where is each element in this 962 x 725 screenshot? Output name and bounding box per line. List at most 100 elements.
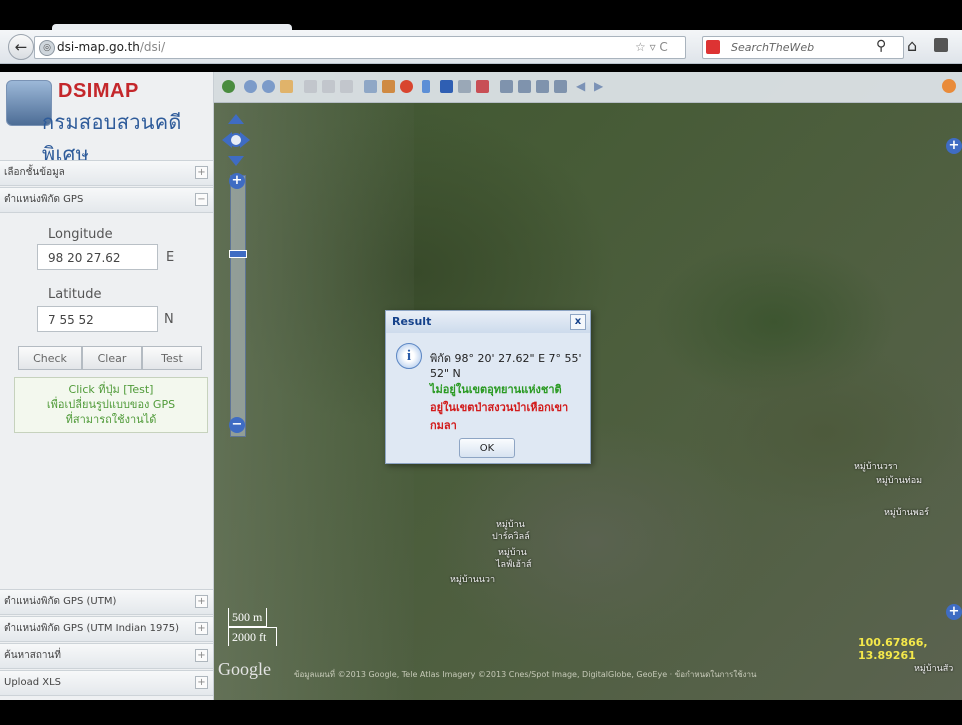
- info-line: เพื่อเปลี่ยนรูปแบบของ GPS: [46, 398, 176, 411]
- url-text: dsi-map.go.th/dsi/: [57, 37, 165, 58]
- home-icon[interactable]: ⌂: [907, 36, 917, 55]
- globe-icon: ◎: [39, 40, 55, 56]
- cursor-coordinates: 100.67866, 13.89261: [858, 636, 928, 662]
- draw-icon[interactable]: [304, 80, 317, 93]
- scale-feet: 2000 ft: [228, 627, 277, 646]
- expand-panel-icon[interactable]: +: [946, 604, 962, 620]
- info-icon[interactable]: [440, 80, 453, 93]
- logo-title: DSIMAP: [58, 80, 139, 102]
- url-host: dsi-map.go.th: [57, 40, 140, 54]
- pan-control[interactable]: [220, 112, 252, 168]
- url-path: /dsi/: [139, 40, 166, 54]
- scale-meters: 500 m: [228, 608, 267, 627]
- clear-button[interactable]: Clear: [82, 346, 142, 370]
- dialog-forest-reserve-status: อยู่ในเขตป่าสงวนป่าเหือกเขากมลา: [430, 401, 569, 432]
- menu-icon[interactable]: [934, 38, 948, 52]
- map-place-label: หมู่บ้านวรา: [854, 462, 898, 472]
- grid-icon[interactable]: [536, 80, 549, 93]
- layer-icon[interactable]: [458, 80, 471, 93]
- dialog-title-bar[interactable]: Result x: [386, 311, 590, 333]
- panel-label: ค้นหาสถานที่: [4, 650, 61, 661]
- expand-overview-icon[interactable]: +: [946, 138, 962, 154]
- zoom-slider-handle[interactable]: [229, 250, 247, 258]
- panel-select-layers[interactable]: เลือกชั้นข้อมูล +: [0, 160, 213, 186]
- longitude-unit: E: [166, 250, 175, 265]
- latitude-unit: N: [164, 312, 174, 327]
- clear-icon[interactable]: [400, 80, 413, 93]
- map-place-label: ไลฟ์เฮ้าส์: [496, 560, 532, 570]
- panel-label: ตำแหน่งพิกัด GPS: [4, 194, 84, 205]
- check-button[interactable]: Check: [18, 346, 82, 370]
- search-engine-icon[interactable]: [706, 40, 720, 54]
- map-place-label: หมู่บ้าน: [496, 520, 525, 530]
- panel-label: เลือกชั้นข้อมูล: [4, 167, 65, 178]
- google-logo: Google: [218, 659, 271, 679]
- test-button[interactable]: Test: [142, 346, 202, 370]
- expand-icon[interactable]: +: [195, 622, 208, 635]
- map-place-label: หมู่บ้าน: [498, 548, 527, 558]
- list-icon[interactable]: [500, 80, 513, 93]
- search-icon[interactable]: ⚲: [876, 38, 886, 54]
- zoom-extent-icon[interactable]: [222, 80, 235, 93]
- map-place-label: หมู่บ้านนวา: [450, 575, 496, 585]
- url-bookmark-reload-controls[interactable]: ☆ ▿ C: [635, 37, 668, 58]
- map-copyright: ข้อมูลแผนที่ ©2013 Google, Tele Atlas Im…: [294, 670, 757, 679]
- settings-icon[interactable]: [942, 79, 956, 93]
- back-button[interactable]: ←: [8, 34, 34, 60]
- panel-label: ตำแหน่งพิกัด GPS (UTM): [4, 596, 117, 607]
- dialog-coordinates: พิกัด 98° 20' 27.62" E 7° 55' 52" N: [430, 352, 582, 380]
- print-icon[interactable]: [382, 80, 395, 93]
- pan-arrows-icon[interactable]: [220, 112, 252, 168]
- info-line: ที่สามารถใช้งานได้: [65, 413, 157, 426]
- zoom-in-icon[interactable]: [244, 80, 257, 93]
- longitude-label: Longitude: [48, 227, 113, 242]
- latitude-input[interactable]: 7 55 52: [37, 306, 158, 332]
- gps-info-box: Click ที่ปุ่ม [Test] เพื่อเปลี่ยนรูปแบบข…: [14, 377, 208, 433]
- expand-icon[interactable]: +: [195, 166, 208, 179]
- marker-icon[interactable]: [422, 80, 430, 93]
- dialog-national-park-status: ไม่อยู่ในเขตอุทยานแห่งชาติ: [430, 383, 562, 396]
- panel-gps-position[interactable]: ตำแหน่งพิกัด GPS −: [0, 187, 213, 213]
- map-place-label: หมู่บ้านพอร์: [884, 508, 929, 518]
- ok-button[interactable]: OK: [459, 438, 515, 458]
- grid-alt-icon[interactable]: [554, 80, 567, 93]
- info-icon: i: [396, 343, 422, 369]
- search-placeholder: SearchTheWeb: [731, 41, 815, 54]
- zoom-bar[interactable]: [230, 175, 246, 437]
- legend-icon[interactable]: [476, 80, 489, 93]
- panel-gps-utm[interactable]: ตำแหน่งพิกัด GPS (UTM) +: [0, 589, 213, 615]
- table-icon[interactable]: [518, 80, 531, 93]
- dialog-title: Result: [392, 315, 432, 328]
- panel-gps-utm-indian[interactable]: ตำแหน่งพิกัด GPS (UTM Indian 1975) +: [0, 616, 213, 642]
- close-icon[interactable]: x: [570, 314, 586, 330]
- panel-search-place[interactable]: ค้นหาสถานที่ +: [0, 643, 213, 669]
- panel-label: Upload XLS: [4, 677, 61, 688]
- panel-label: ตำแหน่งพิกัด GPS (UTM Indian 1975): [4, 623, 180, 634]
- zoom-plus-icon[interactable]: +: [229, 173, 245, 189]
- select-box-icon[interactable]: [340, 80, 353, 93]
- sidebar: DSIMAP กรมสอบสวนคดีพิเศษ เลือกชั้นข้อมูล…: [0, 72, 214, 700]
- longitude-input[interactable]: 98 20 27.62: [37, 244, 158, 270]
- next-icon[interactable]: ▶: [594, 80, 607, 93]
- expand-icon[interactable]: +: [195, 649, 208, 662]
- back-arrow-icon: ←: [14, 38, 28, 56]
- latitude-label: Latitude: [48, 287, 102, 302]
- expand-icon[interactable]: +: [195, 676, 208, 689]
- map-place-label: หมู่บ้านสัว: [914, 664, 954, 674]
- zoom-minus-icon[interactable]: −: [229, 417, 245, 433]
- previous-icon[interactable]: ◀: [576, 80, 589, 93]
- measure-icon[interactable]: [364, 80, 377, 93]
- map-place-label: ปาร์ควิลล์: [492, 532, 530, 542]
- collapse-icon[interactable]: −: [195, 193, 208, 206]
- select-icon[interactable]: [322, 80, 335, 93]
- expand-icon[interactable]: +: [195, 595, 208, 608]
- zoom-out-icon[interactable]: [262, 80, 275, 93]
- panel-upload-xls[interactable]: Upload XLS +: [0, 670, 213, 696]
- result-dialog: Result x i พิกัด 98° 20' 27.62" E 7° 55'…: [385, 310, 591, 464]
- map-place-label: หมู่บ้านท่อม: [876, 476, 923, 486]
- info-line: Click ที่ปุ่ม [Test]: [68, 383, 154, 396]
- pan-hand-icon[interactable]: [280, 80, 293, 93]
- url-bar[interactable]: ◎ dsi-map.go.th/dsi/ ☆ ▿ C: [34, 36, 686, 59]
- search-bar[interactable]: SearchTheWeb: [702, 36, 904, 59]
- map-toolbar: ◀ ▶: [214, 72, 962, 103]
